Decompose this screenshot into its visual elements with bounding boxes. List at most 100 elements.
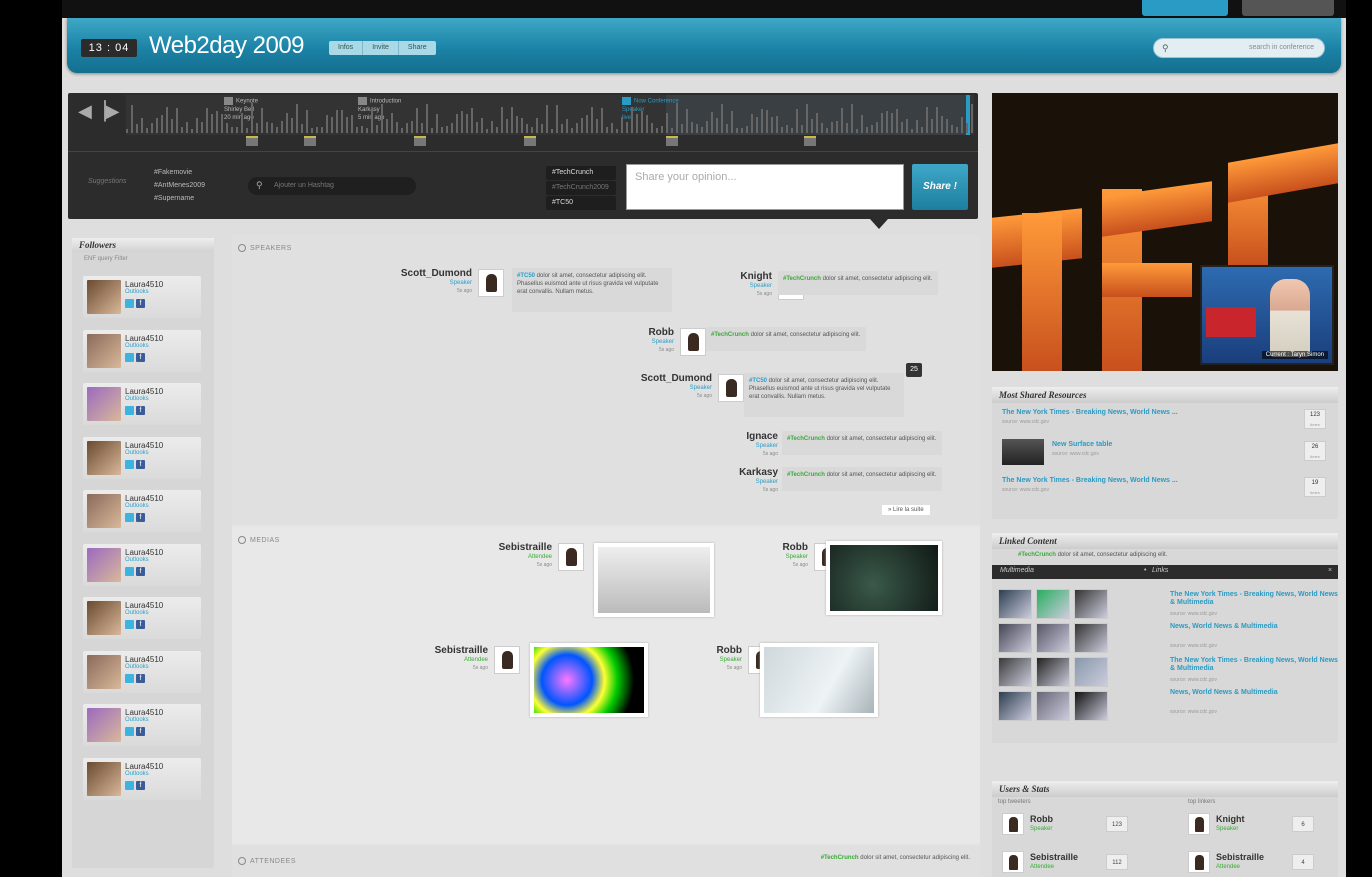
multimedia-thumbnail[interactable]: [998, 623, 1032, 653]
hashtag[interactable]: #TechCrunch: [787, 472, 825, 478]
hashtag[interactable]: #TechCrunch: [1018, 552, 1056, 558]
author-name[interactable]: Robb: [652, 645, 742, 656]
facebook-icon[interactable]: f: [136, 352, 145, 362]
media-thumbnail[interactable]: [594, 543, 714, 617]
opinion-textarea[interactable]: Share your opinion...: [626, 164, 904, 210]
join-button[interactable]: [1142, 0, 1228, 16]
author-avatar[interactable]: [494, 646, 520, 674]
author-avatar[interactable]: [558, 543, 584, 571]
follower-item[interactable]: Laura4510 Outlooks f: [83, 383, 201, 425]
link-title[interactable]: News, World News & Multimedia: [1170, 689, 1340, 697]
author-avatar[interactable]: [478, 269, 504, 297]
shared-resource[interactable]: The New York Times - Breaking News, Worl…: [998, 405, 1332, 435]
facebook-icon[interactable]: f: [136, 299, 145, 308]
twitter-icon[interactable]: [125, 620, 134, 629]
author-name[interactable]: Karkasy: [688, 467, 778, 478]
follower-item[interactable]: Laura4510 Outlooks f: [83, 543, 201, 586]
twitter-icon[interactable]: [125, 513, 134, 522]
avatar[interactable]: [1188, 813, 1210, 835]
avatar[interactable]: [1002, 851, 1024, 873]
follower-item[interactable]: Laura4510 Outlooks f: [83, 276, 201, 318]
video-player[interactable]: Current : Taryn Simon: [992, 93, 1338, 371]
timeline-marker[interactable]: [304, 136, 316, 146]
facebook-icon[interactable]: f: [136, 459, 145, 469]
author-name[interactable]: Robb: [584, 327, 674, 338]
author-name[interactable]: Ignace: [688, 431, 778, 442]
hashtag[interactable]: #TC50: [517, 273, 535, 279]
shared-resource[interactable]: New Surface table source: www.cdc.gov 26 ti…: [998, 437, 1332, 467]
user-name[interactable]: Sebistraille: [1216, 852, 1264, 862]
facebook-icon[interactable]: f: [136, 620, 145, 629]
author-avatar[interactable]: [718, 374, 744, 402]
tab-multimedia[interactable]: Multimedia: [1000, 567, 1034, 574]
tab-links[interactable]: Links: [1152, 567, 1168, 574]
suggestion-item[interactable]: #Fakemovie: [154, 166, 205, 179]
follower-item[interactable]: Laura4510 Outlooks f: [83, 329, 201, 372]
author-avatar[interactable]: [680, 328, 706, 356]
facebook-icon[interactable]: f: [136, 566, 145, 576]
multimedia-thumbnail[interactable]: [1036, 691, 1070, 721]
facebook-icon[interactable]: f: [136, 780, 145, 790]
avatar[interactable]: [1188, 851, 1210, 873]
hashtag[interactable]: #TC50: [749, 378, 767, 384]
multimedia-thumbnail[interactable]: [1074, 623, 1108, 653]
twitter-icon[interactable]: [125, 727, 134, 736]
multimedia-thumbnail[interactable]: [1036, 623, 1070, 653]
tab-invite[interactable]: Invite: [363, 41, 399, 55]
media-thumbnail[interactable]: [826, 541, 942, 615]
multimedia-thumbnail[interactable]: [1074, 691, 1108, 721]
tab-share[interactable]: Share: [399, 41, 436, 55]
shared-resource[interactable]: The New York Times - Breaking News, Worl…: [998, 473, 1332, 503]
follower-item[interactable]: Laura4510 Outlooks f: [83, 490, 201, 532]
author-name[interactable]: Scott_Dumond: [622, 373, 712, 384]
tag-item[interactable]: #TechCrunch: [546, 166, 616, 180]
timeline-marker[interactable]: [666, 136, 678, 146]
author-name[interactable]: Robb: [718, 542, 808, 553]
multimedia-thumbnail[interactable]: [1036, 657, 1070, 687]
twitter-icon[interactable]: [125, 299, 134, 308]
multimedia-thumbnail[interactable]: [998, 691, 1032, 721]
avatar[interactable]: [1002, 813, 1024, 835]
hashtag[interactable]: #TechCrunch: [787, 436, 825, 442]
media-thumbnail[interactable]: [760, 643, 878, 717]
close-icon[interactable]: ×: [1328, 567, 1332, 574]
facebook-icon[interactable]: f: [136, 673, 145, 683]
link-title[interactable]: The New York Times - Breaking News, Worl…: [1170, 657, 1340, 673]
login-button[interactable]: [1242, 0, 1334, 16]
link-title[interactable]: The New York Times - Breaking News, Worl…: [1170, 591, 1340, 607]
timeline-segment[interactable]: Introduction Karkasy 5 min ago: [358, 97, 401, 122]
read-more-link[interactable]: » Lire la suite: [882, 505, 930, 515]
multimedia-thumbnail[interactable]: [998, 589, 1032, 619]
timeline-track[interactable]: Keynote Shirley Bell 20 min ago Introducti…: [126, 95, 974, 135]
media-thumbnail[interactable]: [530, 643, 648, 717]
follower-item[interactable]: Laura4510 Outlooks f: [83, 704, 201, 746]
timeline-marker[interactable]: [246, 136, 258, 146]
author-name[interactable]: Knight: [682, 271, 772, 282]
multimedia-thumbnail[interactable]: [1074, 657, 1108, 687]
twitter-icon[interactable]: [125, 459, 134, 469]
followers-filter[interactable]: ENF query Filter: [72, 252, 214, 266]
hashtag[interactable]: #TechCrunch: [711, 332, 749, 338]
search-input[interactable]: ⚲ search in conference: [1153, 38, 1325, 58]
tag-item[interactable]: #TC50: [546, 196, 616, 210]
follower-item[interactable]: Laura4510 Outlooks f: [83, 436, 201, 479]
user-name[interactable]: Robb: [1030, 814, 1053, 824]
timeline-marker[interactable]: [524, 136, 536, 146]
comment-count-badge[interactable]: 25: [906, 363, 922, 377]
user-name[interactable]: Sebistraille: [1030, 852, 1078, 862]
twitter-icon[interactable]: [125, 780, 134, 790]
resource-title[interactable]: The New York Times - Breaking News, Worl…: [1002, 409, 1178, 416]
author-name[interactable]: Sebistraille: [462, 542, 552, 553]
link-title[interactable]: News, World News & Multimedia: [1170, 623, 1340, 631]
facebook-icon[interactable]: f: [136, 513, 145, 522]
author-name[interactable]: Sebistraille: [398, 645, 488, 656]
follower-item[interactable]: Laura4510 Outlooks f: [83, 757, 201, 800]
twitter-icon[interactable]: [125, 673, 134, 683]
facebook-icon[interactable]: f: [136, 406, 145, 415]
follower-item[interactable]: Laura4510 Outlooks f: [83, 650, 201, 693]
share-button[interactable]: Share !: [912, 164, 968, 210]
twitter-icon[interactable]: [125, 566, 134, 576]
twitter-icon[interactable]: [125, 352, 134, 362]
resource-title[interactable]: The New York Times - Breaking News, Worl…: [1002, 477, 1178, 484]
tag-item[interactable]: #TechCrunch2009: [546, 181, 616, 195]
